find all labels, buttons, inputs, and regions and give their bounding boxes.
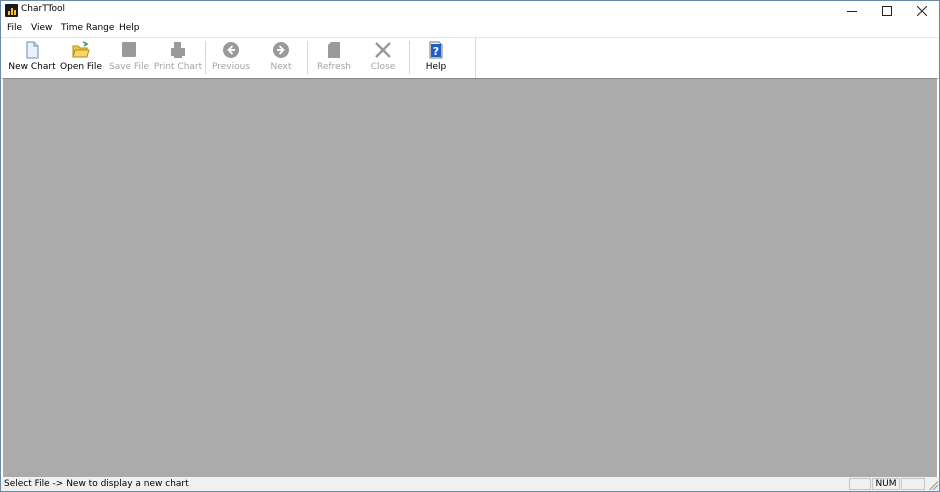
title-bar[interactable]: CharTTool bbox=[1, 1, 939, 20]
status-pane-caps bbox=[849, 478, 871, 490]
refresh-button[interactable]: Refresh bbox=[312, 40, 356, 76]
close-file-label: Close bbox=[370, 62, 396, 72]
save-file-button[interactable]: Save File bbox=[107, 40, 151, 76]
help-label: Help bbox=[425, 62, 447, 72]
print-chart-label: Print Chart bbox=[153, 62, 203, 72]
refresh-label: Refresh bbox=[317, 62, 351, 72]
menu-help[interactable]: Help bbox=[119, 23, 140, 33]
new-chart-button[interactable]: New Chart bbox=[7, 40, 57, 76]
save-file-label: Save File bbox=[108, 62, 149, 72]
status-bar: Select File -> New to display a new char… bbox=[1, 477, 939, 491]
close-x-icon bbox=[374, 41, 392, 59]
status-message: Select File -> New to display a new char… bbox=[4, 479, 189, 489]
arrow-left-icon bbox=[222, 41, 240, 59]
toolbar-band-edge bbox=[475, 38, 476, 78]
print-chart-button[interactable]: Print Chart bbox=[153, 40, 203, 76]
minimize-icon bbox=[847, 10, 857, 12]
maximize-button[interactable] bbox=[869, 1, 905, 20]
help-icon: ? bbox=[427, 41, 445, 59]
menu-bar: File View Time Range Help bbox=[1, 20, 939, 37]
status-pane-scroll bbox=[901, 478, 925, 490]
toolbar-separator bbox=[409, 41, 410, 74]
previous-label: Previous bbox=[211, 62, 251, 72]
open-file-label: Open File bbox=[60, 62, 102, 72]
previous-button[interactable]: Previous bbox=[209, 40, 253, 76]
menu-time-range[interactable]: Time Range bbox=[61, 23, 114, 33]
open-file-button[interactable]: Open File bbox=[59, 40, 103, 76]
maximize-icon bbox=[882, 5, 892, 16]
next-button[interactable]: Next bbox=[259, 40, 303, 76]
minimize-button[interactable] bbox=[834, 1, 870, 20]
new-document-icon bbox=[23, 41, 41, 59]
mdi-workspace[interactable] bbox=[3, 78, 937, 477]
menu-view[interactable]: View bbox=[31, 23, 52, 33]
print-icon bbox=[169, 41, 187, 59]
new-chart-label: New Chart bbox=[8, 62, 56, 72]
toolbar-separator bbox=[205, 41, 206, 74]
svg-text:?: ? bbox=[433, 45, 439, 58]
resize-grip-icon[interactable] bbox=[928, 480, 938, 490]
menu-file[interactable]: File bbox=[7, 23, 22, 33]
app-window: CharTTool File View Time Range Help New … bbox=[0, 0, 940, 492]
app-logo-icon bbox=[5, 4, 18, 17]
arrow-right-icon bbox=[272, 41, 290, 59]
open-folder-icon bbox=[72, 41, 90, 59]
save-icon bbox=[120, 41, 138, 59]
close-icon bbox=[917, 5, 927, 16]
toolbar-separator bbox=[307, 41, 308, 74]
toolbar: New Chart Open File Save File Print Char… bbox=[1, 37, 939, 79]
status-pane-num: NUM bbox=[872, 478, 900, 490]
close-file-button[interactable]: Close bbox=[361, 40, 405, 76]
next-label: Next bbox=[270, 62, 292, 72]
refresh-icon bbox=[325, 41, 343, 59]
help-button[interactable]: ? Help bbox=[414, 40, 458, 76]
window-title: CharTTool bbox=[21, 4, 66, 14]
close-window-button[interactable] bbox=[904, 1, 939, 20]
